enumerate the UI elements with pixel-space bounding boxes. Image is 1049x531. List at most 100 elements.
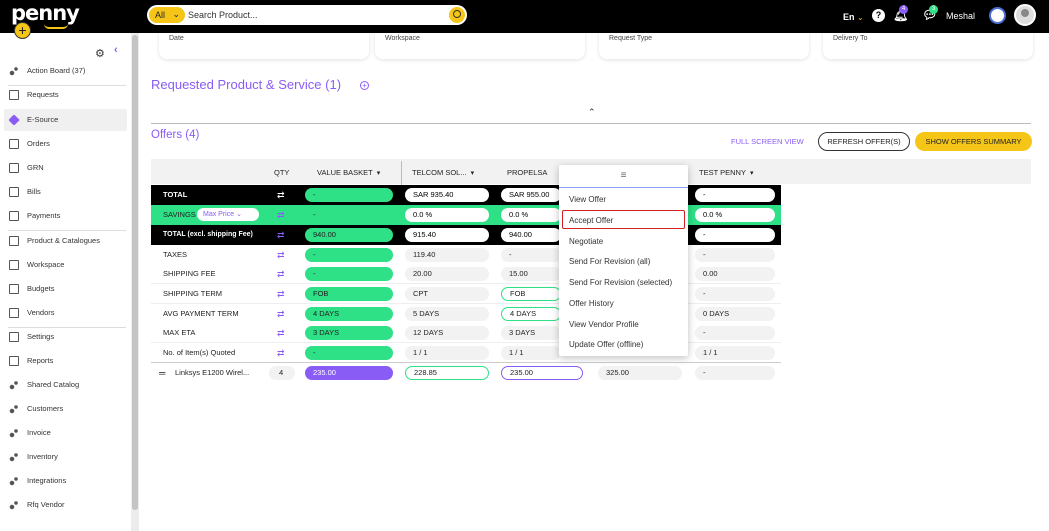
value-basket-cell: -: [305, 267, 393, 281]
add-button[interactable]: +: [14, 22, 31, 39]
product-price-vendor3[interactable]: 325.00: [598, 366, 682, 380]
dots-icon: [9, 476, 19, 486]
search-icon[interactable]: [449, 7, 465, 23]
sidebar-item-integrations[interactable]: Integrations: [4, 470, 127, 492]
bill-icon: [9, 187, 19, 197]
sidebar-item-rfq-vendor[interactable]: Rfq Vendor: [4, 494, 127, 516]
search-input[interactable]: Search Product...: [188, 5, 258, 25]
column-divider: [401, 161, 402, 185]
refresh-offers-button[interactable]: REFRESH OFFER(S): [818, 132, 910, 151]
sidebar-item-invoice[interactable]: Invoice: [4, 422, 127, 444]
sidebar-item-label: Integrations: [27, 476, 67, 485]
product-price-telcom[interactable]: 228.85: [405, 366, 489, 380]
sidebar-item-settings[interactable]: Settings: [4, 326, 127, 348]
vendor-test-penny-cell: -: [695, 287, 775, 301]
row-label: MAX ETA: [163, 328, 196, 337]
sidebar-scrollbar[interactable]: [131, 33, 139, 531]
menu-item-offer-history[interactable]: Offer History: [569, 299, 614, 308]
chevron-up-icon[interactable]: ⌃: [588, 107, 596, 118]
sidebar-item-requests[interactable]: Requests: [4, 84, 127, 106]
offer-context-menu: ≡ View Offer Accept Offer Negotiate Send…: [559, 165, 688, 356]
swap-icon[interactable]: ⇄: [277, 304, 285, 324]
menu-item-view-offer[interactable]: View Offer: [569, 195, 606, 204]
sidebar-item-e-source[interactable]: E-Source: [4, 109, 127, 131]
swap-icon[interactable]: ⇄: [277, 185, 285, 205]
header-vendor-test-penny[interactable]: TEST PENNY ▾: [699, 168, 753, 177]
drag-handle-icon[interactable]: ═: [159, 363, 165, 383]
vendor-test-penny-cell: 1 / 1: [695, 346, 775, 360]
dots-icon: [9, 404, 19, 414]
row-label: No. of Item(s) Quoted: [163, 348, 236, 357]
menu-item-negotiate[interactable]: Negotiate: [569, 237, 603, 246]
filter-workspace[interactable]: Workspace: [375, 33, 585, 59]
product-row[interactable]: ═ Linksys E1200 Wirel... 4 235.00 228.85…: [151, 363, 781, 383]
language-selector[interactable]: En ⌄: [843, 12, 864, 22]
header-vendor-propelsa[interactable]: PROPELSA: [507, 168, 547, 177]
swap-icon[interactable]: ⇄: [277, 343, 285, 363]
shapes-icon: [9, 236, 19, 246]
sidebar-item-reports[interactable]: Reports: [4, 350, 127, 372]
sidebar-item-product-catalogues[interactable]: Product & Catalogues: [4, 230, 127, 252]
dots-icon: [9, 500, 19, 510]
header-vendor-telcom[interactable]: TELCOM SOL... ▾: [412, 168, 474, 177]
filter-label: Date: [169, 35, 184, 42]
swap-icon[interactable]: ⇄: [277, 245, 285, 265]
swap-icon[interactable]: ⇄: [277, 284, 285, 304]
filter-label: Delivery To: [833, 35, 868, 42]
add-product-icon[interactable]: +: [360, 81, 369, 90]
header-qty: QTY: [274, 168, 290, 177]
gear-icon[interactable]: ⚙: [95, 47, 105, 60]
menu-item-send-revision-all[interactable]: Send For Revision (all): [569, 257, 650, 266]
sidebar-item-bills[interactable]: Bills: [4, 181, 127, 203]
user-avatar[interactable]: [1014, 4, 1036, 26]
full-screen-view-link[interactable]: FULL SCREEN VIEW: [731, 137, 804, 146]
vendor-test-penny-cell: 0 DAYS: [695, 307, 775, 321]
swap-icon[interactable]: ⇄: [277, 323, 285, 343]
help-icon[interactable]: ?: [872, 9, 885, 22]
swap-icon[interactable]: ⇄: [277, 264, 285, 284]
payment-icon: [9, 211, 19, 221]
collapse-sidebar-icon[interactable]: ‹: [114, 44, 118, 56]
sidebar-item-label: Workspace: [27, 260, 65, 269]
search-bar[interactable]: All ⌄ Search Product...: [147, 5, 467, 25]
menu-item-send-revision-selected[interactable]: Send For Revision (selected): [569, 278, 672, 287]
product-price-test-penny[interactable]: -: [695, 366, 775, 380]
divider: [151, 123, 1031, 124]
menu-drag-handle-icon[interactable]: ≡: [559, 165, 688, 188]
sidebar-item-inventory[interactable]: Inventory: [4, 446, 127, 468]
filter-delivery-to[interactable]: Delivery To: [823, 33, 1033, 59]
swap-icon[interactable]: ⇄: [277, 205, 285, 225]
company-logo-avatar[interactable]: [989, 7, 1006, 24]
sidebar-item-workspace[interactable]: Workspace: [4, 254, 127, 276]
vendor-test-penny-cell: 0.0 %: [695, 208, 775, 222]
sidebar-item-budgets[interactable]: Budgets: [4, 278, 127, 300]
show-offers-summary-button[interactable]: SHOW OFFERS SUMMARY: [915, 132, 1032, 151]
swap-icon[interactable]: ⇄: [277, 225, 285, 245]
sidebar-item-grn[interactable]: GRN: [4, 157, 127, 179]
sidebar-item-label: Settings: [27, 332, 55, 341]
sidebar-item-action-board-37[interactable]: Action Board (37): [4, 60, 127, 82]
sidebar-item-shared-catalog[interactable]: Shared Catalog: [4, 374, 127, 396]
username[interactable]: Meshal: [946, 11, 975, 21]
menu-item-accept-offer[interactable]: Accept Offer: [569, 216, 613, 225]
product-price-propelsa[interactable]: 235.00: [501, 366, 583, 380]
value-basket-cell: -: [305, 188, 393, 202]
filter-request-type[interactable]: Request Type: [599, 33, 809, 59]
sidebar-item-payments[interactable]: Payments: [4, 205, 127, 227]
header-label: TEST PENNY: [699, 168, 746, 177]
max-price-dropdown[interactable]: Max Price ⌄: [197, 208, 259, 221]
sidebar-item-orders[interactable]: Orders: [4, 133, 127, 155]
sidebar-item-label: Rfq Vendor: [27, 500, 65, 509]
scrollbar-thumb[interactable]: [132, 35, 138, 510]
menu-item-update-offer-offline[interactable]: Update Offer (offline): [569, 340, 643, 349]
vendor-telcom-cell: 0.0 %: [405, 208, 489, 222]
vendor-propelsa-cell: 3 DAYS: [501, 326, 561, 340]
sidebar-item-vendors[interactable]: Vendors: [4, 302, 127, 324]
filter-date[interactable]: Date: [159, 33, 369, 59]
sidebar-item-customers[interactable]: Customers: [4, 398, 127, 420]
vendor-propelsa-cell: FOB: [501, 287, 561, 301]
menu-item-view-vendor-profile[interactable]: View Vendor Profile: [569, 320, 639, 329]
dots-icon: [9, 66, 19, 76]
header-value-basket[interactable]: VALUE BASKET ▾: [317, 168, 380, 177]
search-scope-dropdown[interactable]: All ⌄: [149, 7, 185, 23]
